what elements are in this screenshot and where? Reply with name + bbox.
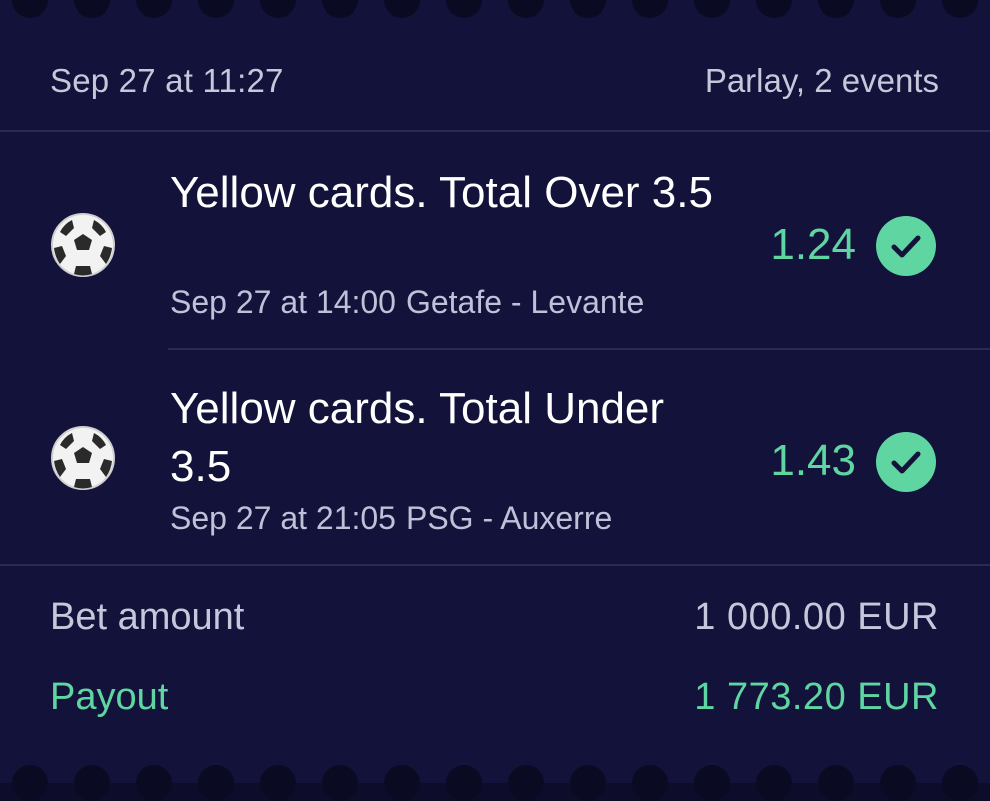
payout-value: 1 773.20 EUR xyxy=(694,676,939,718)
bet-amount-label: Bet amount xyxy=(50,596,245,638)
payout-row: Payout 1 773.20 EUR xyxy=(0,676,990,736)
ticket-perforation-bottom xyxy=(0,765,990,801)
perforation-dot xyxy=(12,765,48,801)
event-row[interactable]: Yellow cards. Total Under 3.5 Sep 27 at … xyxy=(0,350,990,566)
bet-amount-row: Bet amount 1 000.00 EUR xyxy=(0,596,990,656)
perforation-dot xyxy=(198,765,234,801)
perforation-dot xyxy=(322,765,358,801)
perforation-dot xyxy=(508,765,544,801)
event-start-time: Sep 27 at 14:00 xyxy=(170,284,396,320)
perforation-dot xyxy=(818,765,854,801)
event-meta: Sep 27 at 21:05 PSG - Auxerre xyxy=(170,500,612,537)
perforation-dot xyxy=(632,765,668,801)
event-start-time: Sep 27 at 21:05 xyxy=(170,500,396,536)
event-odds: 1.24 xyxy=(770,220,856,269)
perforation-dot xyxy=(942,765,978,801)
perforation-dot xyxy=(260,765,296,801)
won-check-icon xyxy=(876,432,936,492)
perforation-dot xyxy=(694,765,730,801)
event-teams: PSG - Auxerre xyxy=(405,500,613,536)
event-row[interactable]: Yellow cards. Total Over 3.5 Sep 27 at 1… xyxy=(0,134,990,350)
perforation-dot xyxy=(570,765,606,801)
bet-ticket: Sep 27 at 11:27 Parlay, 2 events Yellow … xyxy=(0,0,990,801)
ticket-header: Sep 27 at 11:27 Parlay, 2 events xyxy=(0,0,990,132)
event-market: Yellow cards. Total Under 3.5 xyxy=(170,384,665,491)
event-meta: Sep 27 at 14:00 Getafe - Levante xyxy=(170,284,644,321)
payout-label: Payout xyxy=(50,676,169,718)
perforation-dot xyxy=(74,765,110,801)
perforation-dot xyxy=(384,765,420,801)
event-market: Yellow cards. Total Over 3.5 xyxy=(170,168,713,217)
perforation-dot xyxy=(880,765,916,801)
perforation-dot xyxy=(756,765,792,801)
placed-at-date: Sep 27 at 11:27 xyxy=(50,62,284,99)
won-check-icon xyxy=(876,216,936,276)
soccer-ball-icon xyxy=(50,425,116,491)
bet-type-label: Parlay, 2 events xyxy=(704,62,939,99)
soccer-ball-icon xyxy=(50,212,116,278)
perforation-dot xyxy=(136,765,172,801)
bet-amount-value: 1 000.00 EUR xyxy=(694,596,939,638)
event-teams: Getafe - Levante xyxy=(405,284,645,320)
events-divider xyxy=(0,564,990,566)
perforation-dot xyxy=(446,765,482,801)
event-odds: 1.43 xyxy=(770,436,856,485)
